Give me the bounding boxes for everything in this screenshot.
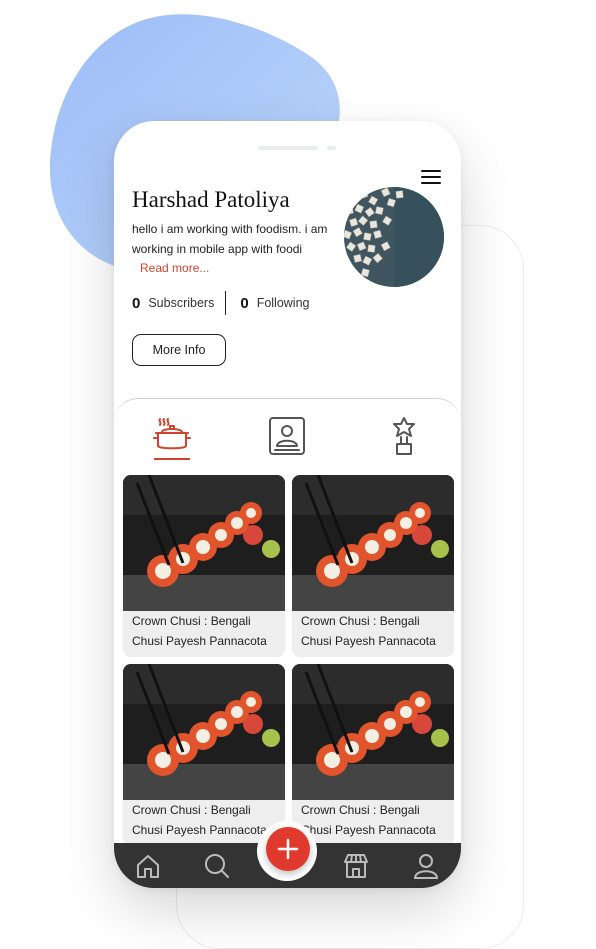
profile-bio-text: hello i am working with foodism. i am wo… [132, 222, 328, 256]
award-trophy-icon [393, 417, 415, 455]
cooking-pot-icon [153, 418, 191, 450]
menu-icon[interactable] [421, 170, 441, 186]
read-more-link[interactable]: Read more... [140, 261, 209, 275]
following-label: Following [256, 296, 310, 310]
search-icon [205, 854, 229, 878]
speaker-bar [258, 146, 318, 150]
nav-home[interactable] [135, 853, 161, 884]
avatar[interactable] [344, 187, 444, 287]
phone-frame: Harshad Patoliya hello i am working with… [114, 121, 461, 888]
recipe-image [123, 475, 285, 611]
active-tab-indicator [154, 458, 190, 460]
user-icon [413, 854, 439, 879]
tab-awards[interactable] [389, 416, 419, 461]
recipe-card[interactable]: Crown Chusi : Bengali Chusi Payesh Panna… [292, 664, 454, 846]
add-icon [277, 838, 299, 860]
tab-recipes[interactable] [152, 416, 192, 461]
profile-stats: 0 Subscribers 0 Following [132, 291, 310, 315]
recipe-image [123, 664, 285, 800]
add-button[interactable] [266, 827, 310, 871]
recipe-card[interactable]: Crown Chusi : Bengali Chusi Payesh Panna… [292, 475, 454, 657]
stats-divider [225, 291, 227, 315]
profile-name: Harshad Patoliya [132, 187, 290, 212]
camera-dot [327, 146, 336, 150]
recipe-card[interactable]: Crown Chusi : Bengali Chusi Payesh Panna… [123, 475, 285, 657]
subscribers-label: Subscribers [148, 296, 215, 310]
subscribers-count: 0 [132, 294, 141, 312]
recipe-title: Crown Chusi : Bengali Chusi Payesh Panna… [301, 803, 436, 837]
recipe-card[interactable]: Crown Chusi : Bengali Chusi Payesh Panna… [123, 664, 285, 846]
store-icon [344, 854, 368, 878]
avatar-image [344, 187, 444, 287]
nav-store[interactable] [343, 853, 369, 884]
recipe-title: Crown Chusi : Bengali Chusi Payesh Panna… [301, 614, 436, 648]
recipe-image [292, 475, 454, 611]
more-info-button[interactable]: More Info [132, 334, 226, 366]
profile-card-icon [269, 417, 305, 455]
tab-profile[interactable] [268, 416, 306, 461]
recipe-title: Crown Chusi : Bengali Chusi Payesh Panna… [132, 614, 267, 648]
home-icon [137, 855, 159, 878]
recipe-image [292, 664, 454, 800]
nav-profile[interactable] [413, 853, 439, 884]
recipe-title: Crown Chusi : Bengali Chusi Payesh Panna… [132, 803, 267, 837]
nav-search[interactable] [204, 853, 230, 884]
profile-bio: hello i am working with foodism. i am wo… [132, 220, 330, 279]
following-count: 0 [240, 294, 249, 312]
